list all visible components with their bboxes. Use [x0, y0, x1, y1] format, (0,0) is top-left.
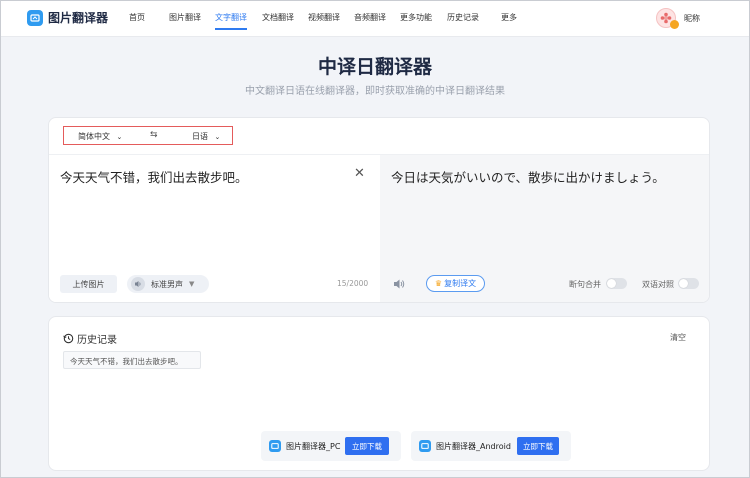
nav-image-translate[interactable]: 图片翻译	[169, 12, 201, 23]
nav-more[interactable]: 更多	[501, 12, 517, 23]
copy-translation-label: 复制译文	[444, 279, 477, 288]
page-title: 中译日翻译器	[317, 56, 432, 78]
sentence-merge-label: 断句合并	[569, 280, 601, 289]
bilingual-toggle[interactable]	[678, 278, 699, 289]
sentence-merge-toggle[interactable]	[606, 278, 627, 289]
nav-video-translate[interactable]: 视频翻译	[308, 12, 340, 23]
translator-card: 简体中文 ⌄ ⇆ 日语 ⌄ 今天天气不错，我们出去散步吧。 ✕ 上传图片 标准男…	[48, 117, 710, 303]
language-selector: 简体中文 ⌄ ⇆ 日语 ⌄	[63, 126, 233, 145]
source-language-label: 简体中文	[78, 132, 110, 141]
nav-active-indicator	[215, 28, 247, 30]
nav-text-translate[interactable]: 文字翻译	[215, 12, 247, 23]
user-name[interactable]: 昵称	[684, 13, 700, 24]
history-title: 历史记录	[77, 335, 117, 346]
chevron-down-icon: ▼	[189, 280, 195, 288]
nav-more-features[interactable]: 更多功能	[400, 12, 432, 23]
download-name-pc: 图片翻译器_PC	[286, 441, 341, 451]
nav-audio-translate[interactable]: 音频翻译	[354, 12, 386, 23]
char-count: 15/2000	[337, 279, 369, 288]
source-language-select[interactable]: 简体中文 ⌄	[78, 131, 122, 142]
translated-text: 今日は天気がいいので、散歩に出かけましょう。	[391, 170, 665, 185]
target-language-select[interactable]: 日语 ⌄	[192, 131, 220, 142]
nav-history[interactable]: 历史记录	[447, 12, 479, 23]
download-card-pc: 图片翻译器_PC 立即下载	[261, 431, 401, 461]
chevron-down-icon: ⌄	[116, 133, 123, 141]
crown-icon: ♛	[434, 279, 443, 288]
chevron-down-icon: ⌄	[214, 133, 221, 141]
source-text-input[interactable]: 今天天气不错，我们出去散步吧。	[60, 167, 248, 186]
voice-label: 标准男声	[151, 279, 183, 289]
speaker-icon	[131, 277, 145, 291]
download-pc-button[interactable]: 立即下载	[345, 437, 389, 455]
upload-image-button[interactable]: 上传图片	[60, 275, 117, 293]
app-name: 图片翻译器	[48, 11, 109, 25]
history-header: 历史记录	[63, 331, 117, 346]
app-logo-icon	[269, 440, 281, 452]
clear-history-button[interactable]: 清空	[670, 332, 686, 343]
nav-home[interactable]: 首页	[129, 12, 145, 23]
app-logo[interactable]: 图片翻译器	[27, 9, 108, 26]
nav-doc-translate[interactable]: 文档翻译	[262, 12, 294, 23]
source-pane: 今天天气不错，我们出去散步吧。 ✕ 上传图片 标准男声 ▼ 15/2000	[49, 155, 380, 302]
top-header: 图片翻译器 首页 图片翻译 文字翻译 文档翻译 视频翻译 音频翻译 更多功能 历…	[1, 1, 749, 37]
target-pane: 今日は天気がいいので、散歩に出かけましょう。 ♛ 复制译文 断句合并 双语对照	[380, 155, 709, 302]
app-logo-icon	[419, 440, 431, 452]
app-logo-icon	[27, 9, 43, 26]
vip-badge-icon	[670, 20, 679, 29]
download-name-android: 图片翻译器_Android	[436, 441, 511, 451]
page-subtitle: 中文翻译日语在线翻译器，即时获取准确的中译日翻译结果	[245, 86, 505, 97]
history-item[interactable]: 今天天气不错，我们出去散步吧。	[63, 351, 201, 369]
user-menu[interactable]: 昵称	[656, 8, 700, 29]
clear-text-icon[interactable]: ✕	[354, 166, 365, 181]
target-language-label: 日语	[192, 132, 208, 141]
download-android-button[interactable]: 立即下载	[517, 437, 559, 455]
avatar[interactable]	[656, 8, 679, 29]
swap-languages-icon[interactable]: ⇆	[150, 130, 158, 140]
bilingual-label: 双语对照	[642, 280, 674, 289]
copy-translation-button[interactable]: ♛ 复制译文	[426, 275, 485, 292]
history-card: 历史记录 清空 今天天气不错，我们出去散步吧。 图片翻译器_PC 立即下载 图片…	[48, 316, 710, 471]
voice-select[interactable]: 标准男声 ▼	[127, 275, 209, 293]
history-clock-icon	[63, 333, 74, 344]
download-card-android: 图片翻译器_Android 立即下载	[411, 431, 571, 461]
speaker-icon[interactable]	[392, 277, 406, 291]
